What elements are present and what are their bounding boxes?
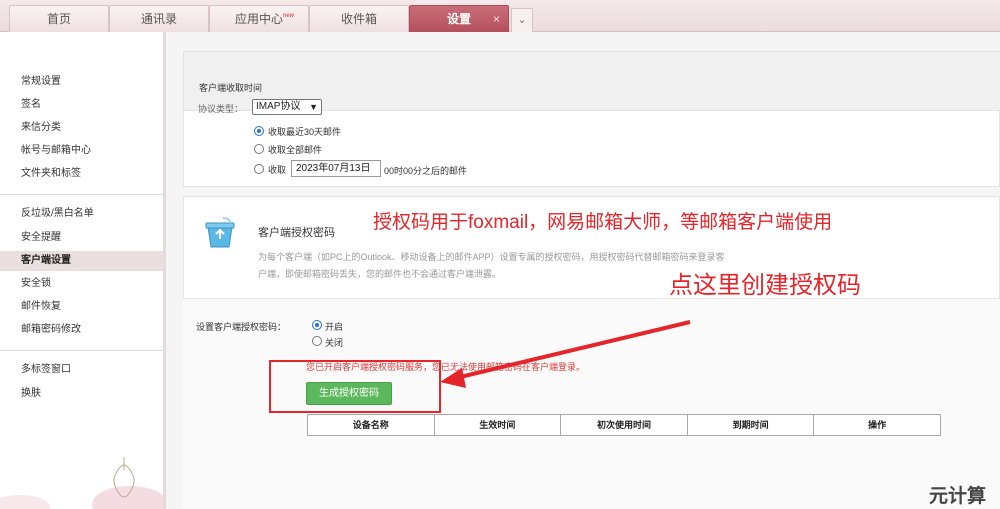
tab-home[interactable]: 首页 (9, 5, 109, 32)
sidebar-item-mail-filter[interactable]: 来信分类 (0, 118, 163, 138)
tab-label: 应用中心 (234, 12, 283, 26)
option-label: 收取全部邮件 (268, 145, 323, 155)
enable-label: 开启 (325, 322, 344, 332)
annotation-text-2: 点这里创建授权码 (669, 272, 861, 299)
auth-description: 为每个客户端（如PC上的Outlook、移动设备上的邮件APP）设置专属的授权密… (258, 252, 725, 279)
sidebar-item-password[interactable]: 邮箱密码修改 (0, 320, 163, 340)
sidebar-item-mail-recovery[interactable]: 邮件恢复 (0, 297, 163, 317)
sidebar-divider (0, 194, 163, 195)
column-header: 生效时间 (435, 415, 562, 435)
sidebar-item-security-lock[interactable]: 安全锁 (0, 274, 163, 294)
annotation-text-1: 授权码用于foxmail，网易邮箱大师，等邮箱客户端使用 (373, 212, 833, 233)
chevron-down-icon[interactable]: ⌄ (511, 8, 533, 32)
sidebar-divider (0, 350, 163, 351)
sidebar-item-client-settings[interactable]: 客户端设置 (0, 251, 163, 271)
chevron-down-icon: ▼ (309, 102, 318, 112)
top-tab-bar: 首页 通讯录 应用中心 new 收件箱 设置 × ⌄ (0, 0, 1000, 32)
radio-enable[interactable] (312, 320, 322, 330)
radio-disable[interactable] (312, 336, 322, 346)
sidebar-item-folders[interactable]: 文件夹和标签 (0, 164, 163, 184)
protocol-label: 协议类型： (198, 104, 244, 114)
date-suffix: 00时00分之后的邮件 (384, 166, 468, 176)
sidebar-item-general[interactable]: 常规设置 (0, 72, 163, 92)
tab-inbox[interactable]: 收件箱 (309, 5, 409, 32)
device-table-header: 设备名称 生效时间 初次使用时间 到期时间 操作 (307, 414, 941, 436)
disable-label: 关闭 (325, 338, 344, 348)
close-icon[interactable]: × (493, 6, 500, 32)
tab-label: 收件箱 (340, 12, 377, 26)
auth-setting-label: 设置客户端授权密码： (196, 322, 287, 332)
settings-sidebar: 常规设置 签名 来信分类 帐号与邮箱中心 文件夹和标签 反垃圾/黑白名单 安全提… (0, 32, 166, 509)
column-header: 设备名称 (308, 415, 435, 435)
radio-all-mail[interactable] (254, 144, 264, 154)
sidebar-item-signature[interactable]: 签名 (0, 95, 163, 115)
tab-label: 首页 (46, 12, 71, 26)
watermark: 元计算 (929, 486, 987, 507)
tab-contacts[interactable]: 通讯录 (109, 5, 209, 32)
column-header: 到期时间 (688, 415, 815, 435)
radio-recent-30-days[interactable] (254, 126, 264, 136)
new-badge: new (282, 13, 294, 19)
tab-label: 设置 (446, 12, 471, 26)
sidebar-item-account[interactable]: 帐号与邮箱中心 (0, 141, 163, 161)
section-title: 客户端收取时间 (199, 83, 263, 93)
sidebar-item-antispam[interactable]: 反垃圾/黑白名单 (0, 204, 163, 224)
radio-from-date[interactable] (254, 164, 264, 174)
sidebar-item-multi-tab[interactable]: 多标签窗口 (0, 360, 163, 380)
sidebar-item-skin[interactable]: 换肤 (0, 384, 163, 404)
tab-settings[interactable]: 设置 × (409, 5, 509, 32)
protocol-value: IMAP协议 (256, 101, 301, 112)
option-label: 收取 (268, 165, 287, 175)
recycle-bin-icon (205, 217, 235, 248)
tab-label: 通讯录 (140, 12, 177, 26)
option-label: 收取最近30天邮件 (268, 127, 342, 137)
column-header: 初次使用时间 (561, 415, 688, 435)
column-header: 操作 (868, 420, 887, 430)
annotation-highlight-box (269, 360, 441, 413)
floral-decoration (0, 457, 163, 509)
protocol-select[interactable]: IMAP协议 ▼ (252, 99, 322, 115)
tab-app-center[interactable]: 应用中心 new (209, 5, 309, 32)
date-field[interactable]: 2023年07月13日 (291, 160, 381, 177)
sidebar-item-security-alert[interactable]: 安全提醒 (0, 228, 163, 248)
auth-title: 客户端授权密码 (258, 227, 335, 239)
